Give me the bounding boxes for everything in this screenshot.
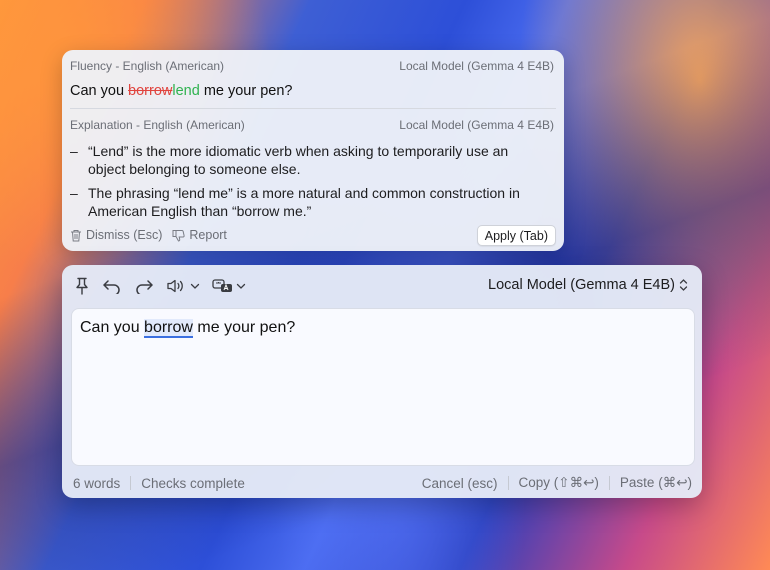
fluency-label: Fluency - English (American): [70, 59, 225, 73]
separator: [608, 476, 610, 490]
cancel-button[interactable]: Cancel (esc): [422, 476, 498, 491]
explanation-label: Explanation - English (American): [70, 118, 245, 132]
copy-button[interactable]: Copy (⇧⌘↩): [519, 475, 599, 491]
dismiss-button[interactable]: Dismiss (Esc): [70, 228, 162, 242]
bullet-text: “Lend” is the more idiomatic verb when a…: [88, 143, 509, 177]
added-word: lend: [172, 83, 200, 99]
apply-label: Apply (Tab): [484, 228, 548, 243]
separator: [130, 476, 132, 490]
sentence-suffix: me your pen?: [199, 83, 293, 99]
report-label: Report: [189, 228, 227, 242]
thumbs-down-icon: [172, 229, 186, 242]
sentence-prefix: Can you: [70, 83, 129, 99]
redo-icon[interactable]: [134, 275, 154, 297]
text-editor[interactable]: Can you borrow me your pen?: [71, 308, 695, 466]
status-bar: 6 words Checks complete Cancel (esc) Cop…: [73, 475, 692, 491]
word-count: 6 words: [73, 475, 121, 491]
paste-button[interactable]: Paste (⌘↩): [620, 475, 692, 491]
editor-text: Can you borrow me your pen?: [80, 319, 296, 338]
flagged-word[interactable]: borrow: [144, 319, 193, 338]
explanation-bullet: – The phrasing “lend me” is a more natur…: [70, 184, 544, 220]
model-label: Local Model (Gemma 4 E4B): [399, 59, 554, 73]
bullet-dash: –: [70, 185, 78, 201]
apply-button[interactable]: Apply (Tab): [476, 225, 556, 246]
bullet-text: The phrasing “lend me” is a more natural…: [88, 185, 520, 219]
removed-word: borrow: [128, 83, 173, 99]
undo-icon[interactable]: [102, 275, 122, 297]
text-prefix: Can you: [80, 319, 145, 336]
dismiss-label: Dismiss (Esc): [86, 228, 163, 242]
divider: [70, 108, 556, 109]
trash-icon: [71, 229, 81, 241]
separator: [507, 476, 509, 490]
chevron-down-icon: [236, 283, 246, 289]
bullet-dash: –: [70, 143, 78, 159]
model-select[interactable]: Local Model (Gemma 4 E4B): [488, 277, 688, 293]
chevron-updown-icon: [679, 279, 688, 291]
translate-menu[interactable]: [212, 275, 246, 297]
model-select-label: Local Model (Gemma 4 E4B): [488, 277, 675, 293]
report-button[interactable]: Report: [172, 228, 227, 242]
suggested-sentence: Can you borrow lend me your pen?: [70, 83, 554, 99]
explanation-model-label: Local Model (Gemma 4 E4B): [399, 118, 554, 132]
speaker-icon: [167, 279, 183, 293]
translate-icon: [212, 279, 232, 292]
suggestion-popover: Fluency - English (American) Local Model…: [62, 50, 564, 251]
chevron-down-icon: [190, 283, 200, 289]
pin-icon[interactable]: [74, 275, 90, 297]
explanation-bullet: – “Lend” is the more idiomatic verb when…: [70, 142, 544, 178]
editor-window: Local Model (Gemma 4 E4B) Can you borrow…: [62, 265, 702, 498]
speak-menu[interactable]: [166, 275, 200, 297]
text-suffix: me your pen?: [192, 319, 296, 336]
check-status: Checks complete: [141, 475, 245, 491]
